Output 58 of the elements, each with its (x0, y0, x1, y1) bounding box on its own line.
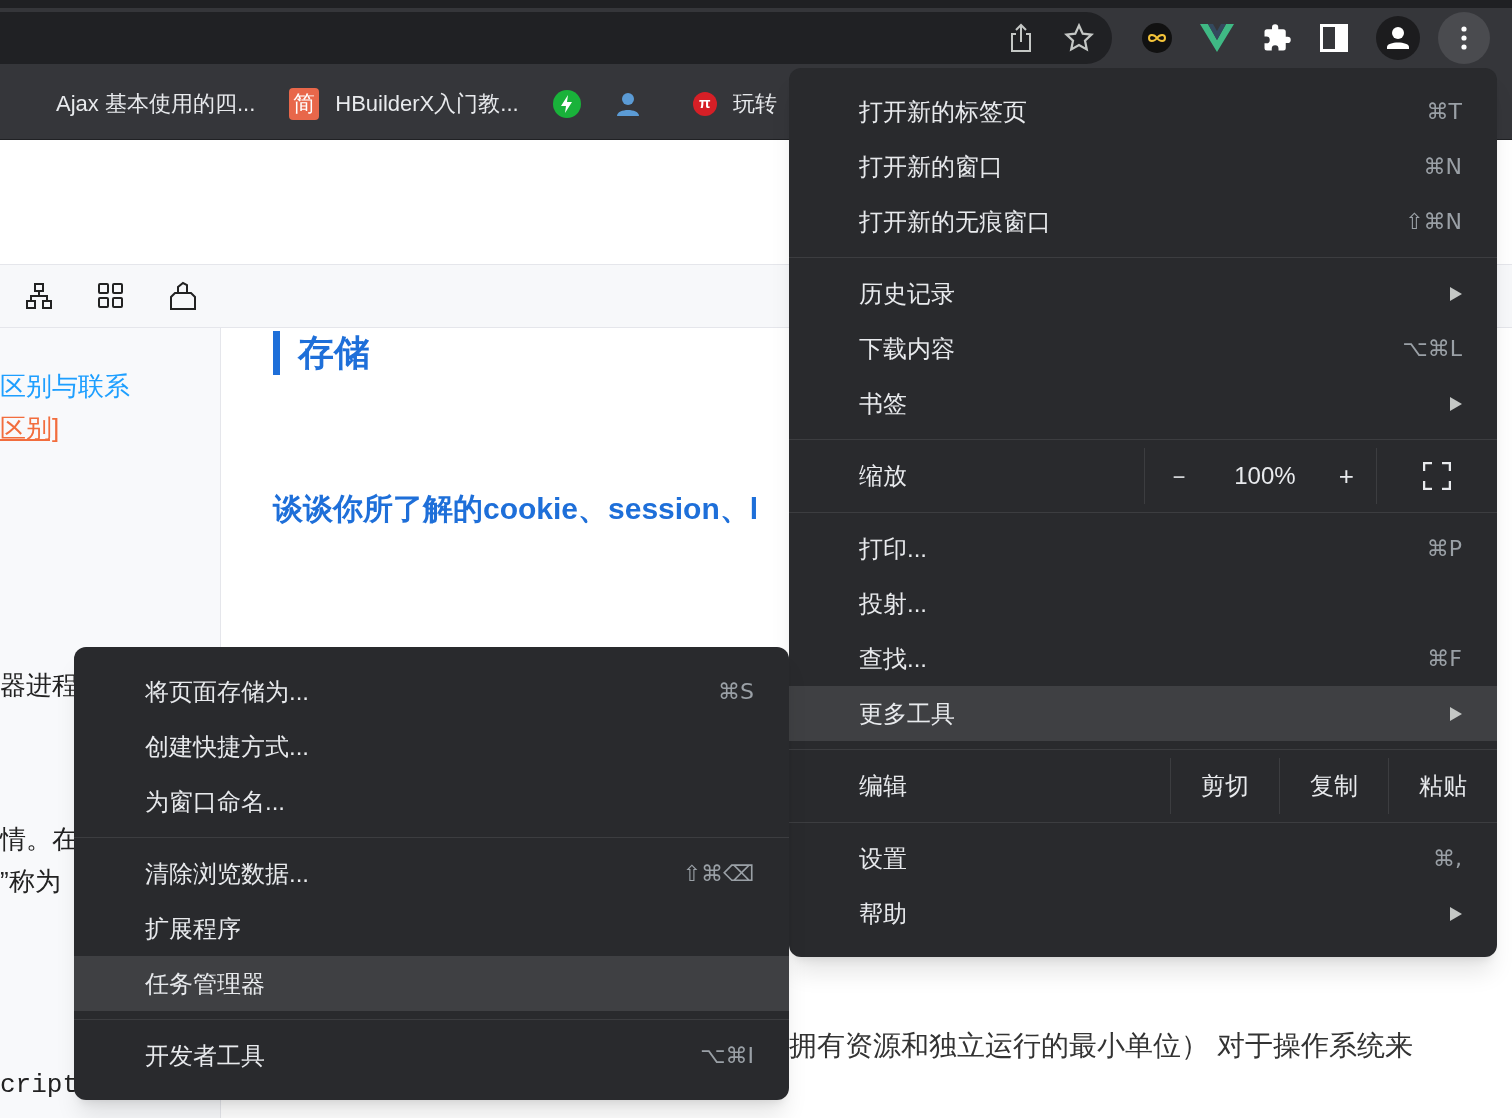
zoom-level: 100% (1234, 461, 1296, 491)
shortcut-text: ⌥⌘L (1402, 335, 1462, 363)
menu-item[interactable]: 打印... ⌘P (789, 521, 1497, 576)
grid-icon[interactable] (97, 282, 125, 310)
menu-item[interactable]: 打开新的标签页 ⌘T (789, 84, 1497, 139)
text-fragment: ”称为 (0, 865, 61, 898)
shortcut-text: ⇧⌘⌫ (682, 860, 754, 888)
star-icon[interactable] (1064, 23, 1094, 53)
edit-label: 编辑 (858, 771, 908, 801)
shortcut-text: ⌘T (1426, 98, 1462, 126)
bolt-icon[interactable] (552, 89, 581, 118)
shortcut-text: ⇧⌘N (1405, 208, 1462, 236)
menu-button[interactable] (1438, 12, 1490, 64)
zoom-in-button[interactable]: + (1338, 456, 1354, 496)
shortcut-text: ⌘, (1433, 845, 1462, 873)
zoom-out-button[interactable]: － (1167, 458, 1191, 494)
menu-item[interactable]: 书签 (789, 376, 1497, 431)
menu-item[interactable]: 下载内容 ⌥⌘L (789, 321, 1497, 376)
menu-item[interactable]: 查找... ⌘F (789, 631, 1497, 686)
paragraph-text: 拥有资源和独立运行的最小单位） 对于操作系统来 (789, 1029, 1413, 1063)
menu-item[interactable]: 扩展程序 (74, 901, 789, 956)
bookmark-badge-icon: π (692, 91, 717, 116)
menu-icon (1461, 26, 1467, 50)
menu-item[interactable]: 设置 ⌘, (789, 831, 1497, 886)
fullscreen-icon[interactable] (1423, 462, 1451, 490)
shortcut-text: ⌘F (1427, 645, 1462, 673)
hierarchy-icon[interactable] (25, 282, 53, 310)
menu-item[interactable]: 将页面存储为... ⌘S (74, 664, 789, 719)
menu-item[interactable]: 帮助 (789, 886, 1497, 941)
heading-bar (273, 331, 280, 375)
edit-action-button[interactable]: 复制 (1279, 758, 1388, 814)
edit-action-button[interactable]: 粘贴 (1388, 758, 1497, 814)
v-logo-icon[interactable] (1200, 24, 1234, 52)
menu-item[interactable]: 更多工具 (789, 686, 1497, 741)
menu-item[interactable]: 创建快捷方式... (74, 719, 789, 774)
bookmark-link[interactable]: HBuilderX入门教... (335, 87, 519, 120)
shortcut-text: ⌘N (1423, 153, 1462, 181)
share-icon[interactable] (1008, 23, 1034, 53)
side-panel-icon[interactable] (1320, 24, 1348, 52)
infinity-icon[interactable] (1142, 23, 1172, 53)
bookmark-link[interactable]: 玩转 (732, 87, 777, 120)
section-heading: 存储 (298, 331, 370, 375)
edit-action-button[interactable]: 剪切 (1170, 758, 1279, 814)
shortcut-text: ⌘S (718, 678, 754, 706)
menu-item[interactable]: 任务管理器 (74, 956, 789, 1011)
bookmark-badge-icon: 简 (289, 87, 320, 120)
bookmark-link[interactable]: Ajax 基本使用的四... (56, 87, 256, 120)
tray-icon[interactable] (169, 281, 197, 311)
menu-item[interactable]: 打开新的无痕窗口 ⇧⌘N (789, 194, 1497, 249)
profile-avatar-icon[interactable] (1376, 16, 1420, 60)
question-heading: 谈谈你所了解的cookie、session、l (273, 491, 760, 527)
person-icon[interactable] (614, 90, 641, 117)
puzzle-icon[interactable] (1262, 23, 1292, 53)
shortcut-text: ⌘P (1426, 535, 1462, 563)
menu-item[interactable]: 投射... (789, 576, 1497, 631)
menu-item[interactable]: 打开新的窗口 ⌘N (789, 139, 1497, 194)
zoom-label: 缩放 (858, 461, 908, 491)
shortcut-text: ⌥⌘I (700, 1042, 754, 1070)
